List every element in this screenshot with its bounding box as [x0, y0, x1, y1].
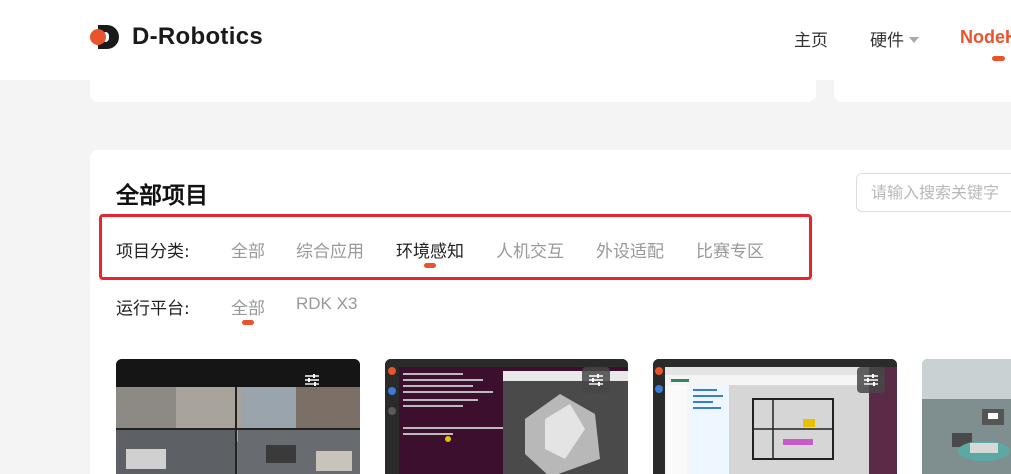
nav-home[interactable]: 主页	[794, 26, 828, 51]
brand-name: D-Robotics	[132, 23, 263, 50]
d-robotics-logo-icon	[90, 22, 122, 52]
nav-nodehub-label: NodeHub	[960, 27, 1011, 47]
nav-hardware-label: 硬件	[870, 31, 904, 51]
category-selected-indicator	[424, 263, 436, 268]
platform-filter-label: 运行平台:	[116, 299, 190, 319]
nav-active-indicator	[992, 56, 1005, 61]
upper-card-fragment	[90, 78, 816, 102]
brand-logo[interactable]: D-Robotics	[90, 22, 263, 52]
section-title: 全部项目	[116, 183, 208, 209]
category-option-peripheral[interactable]: 外设适配	[596, 237, 664, 262]
platform-option-rdk-x3[interactable]: RDK X3	[296, 294, 357, 314]
category-option-competition[interactable]: 比赛专区	[696, 237, 764, 262]
category-filter-label: 项目分类:	[116, 242, 190, 262]
robot-floor-image	[922, 359, 1011, 474]
category-option-hci[interactable]: 人机交互	[496, 237, 564, 262]
category-option-environment-perception[interactable]: 环境感知	[396, 237, 464, 262]
filter-sliders-icon	[857, 367, 885, 393]
upper-card-fragment-right	[834, 78, 1011, 102]
nav-home-label: 主页	[794, 31, 828, 51]
category-option-integrated-apps[interactable]: 综合应用	[296, 237, 364, 262]
platform-selected-indicator	[242, 320, 254, 325]
search-input[interactable]	[857, 174, 1011, 211]
chevron-down-icon	[909, 36, 919, 43]
nav-hardware[interactable]: 硬件	[870, 26, 919, 51]
platform-option-all[interactable]: 全部	[231, 294, 265, 319]
filter-sliders-icon	[298, 367, 326, 393]
search-box[interactable]	[856, 173, 1011, 212]
nav-nodehub[interactable]: NodeHub	[960, 27, 1011, 48]
category-option-all[interactable]: 全部	[231, 237, 265, 262]
project-card-thumbnail[interactable]	[653, 359, 897, 474]
top-header: D-Robotics 主页 硬件 NodeHub	[0, 0, 1011, 80]
project-card-thumbnail[interactable]	[922, 359, 1011, 474]
project-card-thumbnail[interactable]	[385, 359, 628, 474]
filter-sliders-icon	[582, 367, 610, 393]
project-card-thumbnail[interactable]	[116, 359, 360, 474]
